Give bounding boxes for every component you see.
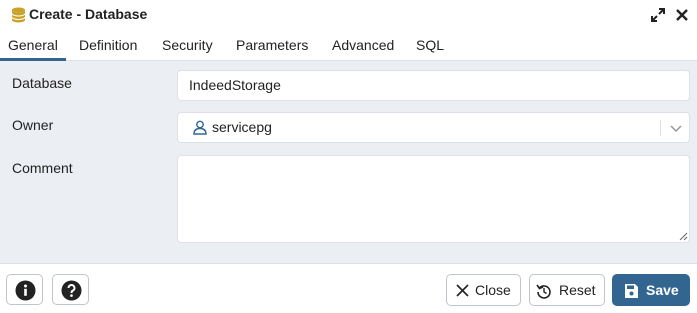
close-icon — [456, 284, 469, 297]
tab-general[interactable]: General — [0, 30, 66, 61]
tab-label: Security — [162, 37, 213, 53]
help-icon — [61, 280, 82, 301]
owner-select[interactable]: servicepg — [177, 112, 690, 143]
save-button-label: Save — [646, 282, 679, 298]
tab-label: General — [8, 37, 58, 53]
dialog-titlebar: Create - Database — [0, 0, 697, 30]
owner-label: Owner — [12, 117, 54, 133]
tab-parameters[interactable]: Parameters — [236, 30, 308, 61]
reset-button-label: Reset — [559, 282, 596, 298]
tab-label: Parameters — [236, 37, 309, 53]
dialog-title: Create - Database — [29, 6, 148, 22]
save-icon — [625, 284, 638, 298]
reset-icon — [536, 284, 551, 299]
general-form: Database IndeedStorage Owner servicepg C… — [0, 61, 697, 263]
user-icon — [193, 120, 207, 135]
close-button[interactable]: Close — [446, 274, 521, 306]
dialog-footer: Close Reset Save — [0, 263, 697, 313]
tab-security[interactable]: Security — [162, 30, 213, 61]
help-button[interactable] — [52, 274, 89, 305]
tab-definition[interactable]: Definition — [79, 30, 137, 61]
tab-sql[interactable]: SQL — [416, 30, 444, 61]
save-button[interactable]: Save — [612, 274, 690, 306]
info-icon — [15, 280, 36, 301]
chevron-down-icon[interactable] — [669, 121, 683, 135]
tab-label: Definition — [79, 37, 138, 53]
tab-label: Advanced — [332, 37, 395, 53]
comment-label: Comment — [12, 160, 73, 176]
database-name-input[interactable]: IndeedStorage — [177, 70, 690, 101]
reset-button[interactable]: Reset — [529, 274, 605, 306]
close-button-label: Close — [475, 282, 511, 298]
owner-value: servicepg — [212, 119, 272, 135]
tab-bar: General Definition Security Parameters A… — [0, 30, 697, 61]
select-divider — [660, 120, 661, 136]
comment-textarea[interactable] — [177, 155, 690, 243]
maximize-icon[interactable] — [650, 7, 666, 23]
tab-label: SQL — [416, 37, 445, 53]
database-icon — [11, 7, 26, 23]
resize-handle-icon[interactable] — [679, 232, 688, 241]
info-button[interactable] — [6, 274, 43, 305]
database-label: Database — [12, 75, 72, 91]
close-icon[interactable] — [675, 7, 689, 23]
tab-advanced[interactable]: Advanced — [332, 30, 394, 61]
